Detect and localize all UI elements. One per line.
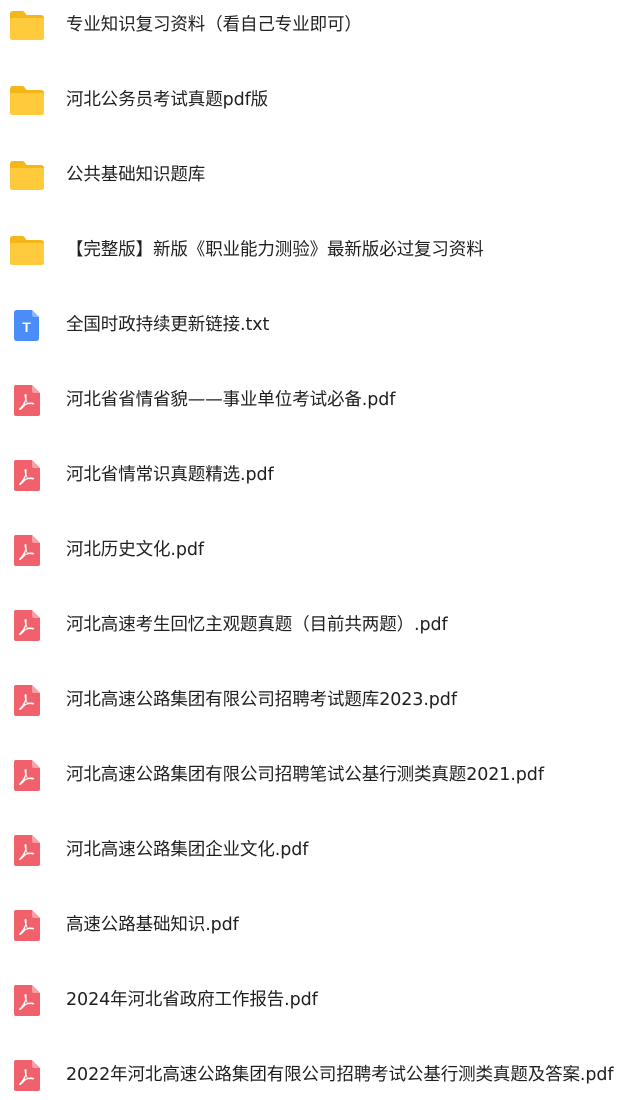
pdf-file-icon — [8, 381, 46, 419]
pdf-file-icon — [8, 981, 46, 1019]
file-list-item[interactable]: T 全国时政持续更新链接.txt — [0, 300, 634, 350]
folder-icon — [8, 156, 46, 194]
file-list-item[interactable]: 河北省省情省貌——事业单位考试必备.pdf — [0, 375, 634, 425]
folder-icon — [8, 231, 46, 269]
folder-icon — [8, 81, 46, 119]
file-list-item[interactable]: 河北高速考生回忆主观题真题（目前共两题）.pdf — [0, 600, 634, 650]
file-name: 河北历史文化.pdf — [66, 540, 204, 560]
file-list-item[interactable]: 河北公务员考试真题pdf版 — [0, 75, 634, 125]
file-list-item[interactable]: 专业知识复习资料（看自己专业即可） — [0, 0, 634, 50]
file-list-item[interactable]: 河北历史文化.pdf — [0, 525, 634, 575]
file-list-item[interactable]: 2024年河北省政府工作报告.pdf — [0, 975, 634, 1025]
folder-icon — [8, 6, 46, 44]
file-list: 专业知识复习资料（看自己专业即可） 河北公务员考试真题pdf版 公共基础知识题库【完… — [0, 0, 634, 1096]
pdf-file-icon — [8, 906, 46, 944]
file-name: 2022年河北高速公路集团有限公司招聘考试公基行测类真题及答案.pdf — [66, 1065, 614, 1085]
pdf-file-icon — [8, 756, 46, 794]
file-name: 河北高速公路集团有限公司招聘笔试公基行测类真题2021.pdf — [66, 765, 544, 785]
file-name: 河北省省情省貌——事业单位考试必备.pdf — [66, 390, 396, 410]
file-name: 高速公路基础知识.pdf — [66, 915, 239, 935]
file-list-item[interactable]: 高速公路基础知识.pdf — [0, 900, 634, 950]
file-name: 2024年河北省政府工作报告.pdf — [66, 990, 318, 1010]
file-name: 河北省情常识真题精选.pdf — [66, 465, 274, 485]
file-list-item[interactable]: 河北高速公路集团有限公司招聘考试题库2023.pdf — [0, 675, 634, 725]
file-name: 河北高速公路集团有限公司招聘考试题库2023.pdf — [66, 690, 457, 710]
file-name: 河北公务员考试真题pdf版 — [66, 90, 269, 110]
txt-file-icon: T — [8, 306, 46, 344]
file-name: 河北高速公路集团企业文化.pdf — [66, 840, 309, 860]
file-list-item[interactable]: 公共基础知识题库 — [0, 150, 634, 200]
pdf-file-icon — [8, 606, 46, 644]
pdf-file-icon — [8, 831, 46, 869]
pdf-file-icon — [8, 531, 46, 569]
file-list-item[interactable]: 河北省情常识真题精选.pdf — [0, 450, 634, 500]
file-list-item[interactable]: 2022年河北高速公路集团有限公司招聘考试公基行测类真题及答案.pdf — [0, 1050, 634, 1100]
file-name: 全国时政持续更新链接.txt — [66, 315, 270, 335]
file-name: 公共基础知识题库 — [66, 165, 206, 185]
file-list-item[interactable]: 河北高速公路集团企业文化.pdf — [0, 825, 634, 875]
file-name: 专业知识复习资料（看自己专业即可） — [66, 15, 362, 35]
file-name: 【完整版】新版《职业能力测验》最新版必过复习资料 — [66, 240, 484, 260]
file-name: 河北高速考生回忆主观题真题（目前共两题）.pdf — [66, 615, 448, 635]
pdf-file-icon — [8, 681, 46, 719]
pdf-file-icon — [8, 1056, 46, 1094]
txt-icon-letter: T — [22, 319, 31, 335]
pdf-file-icon — [8, 456, 46, 494]
file-list-item[interactable]: 河北高速公路集团有限公司招聘笔试公基行测类真题2021.pdf — [0, 750, 634, 800]
file-list-item[interactable]: 【完整版】新版《职业能力测验》最新版必过复习资料 — [0, 225, 634, 275]
